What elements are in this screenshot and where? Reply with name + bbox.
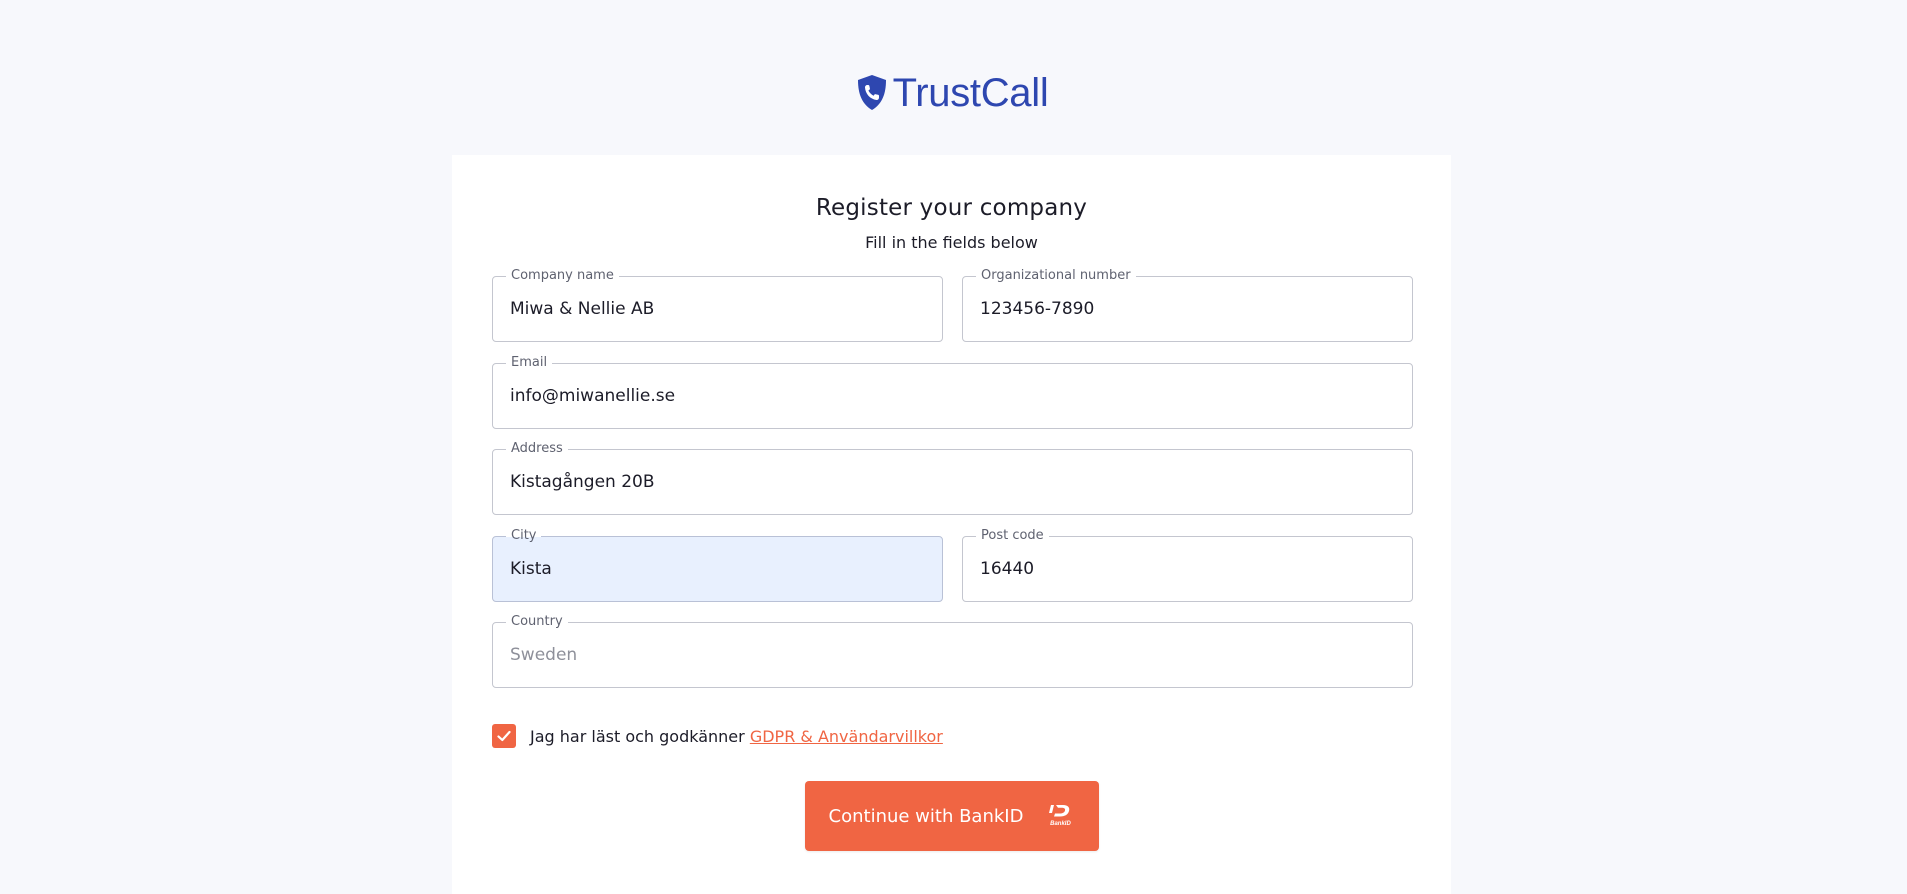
consent-row: Jag har läst och godkänner GDPR & Använd… (492, 724, 943, 748)
consent-checkbox[interactable] (492, 724, 516, 748)
shield-phone-icon (857, 75, 886, 110)
bankid-icon: BankID (1045, 804, 1075, 828)
org-number-input[interactable] (980, 277, 1395, 341)
country-input[interactable] (510, 623, 1395, 687)
brand-logo: TrustCall (0, 70, 1907, 116)
post-code-field: Post code (962, 529, 1413, 602)
company-name-field: Company name (492, 269, 943, 342)
org-number-field: Organizational number (962, 269, 1413, 342)
email-input[interactable] (510, 364, 1395, 428)
gdpr-terms-link[interactable]: GDPR & Användarvillkor (750, 727, 943, 746)
continue-with-bankid-button[interactable]: Continue with BankID BankID (805, 781, 1099, 851)
checkmark-icon (497, 730, 511, 742)
bankid-logo-text: BankID (1050, 821, 1071, 827)
consent-text-group: Jag har läst och godkänner GDPR & Använd… (530, 727, 943, 746)
page-subtitle: Fill in the fields below (865, 233, 1038, 252)
bankid-button-label: Continue with BankID (828, 805, 1024, 827)
registration-card: Register your company Fill in the fields… (452, 155, 1451, 894)
company-name-input[interactable] (510, 277, 925, 341)
consent-text: Jag har läst och godkänner (530, 726, 745, 746)
address-input[interactable] (510, 450, 1395, 514)
page-title: Register your company (815, 195, 1088, 221)
city-field: City (492, 529, 943, 602)
brand-name: TrustCall (892, 71, 1049, 115)
email-field: Email (492, 356, 1413, 429)
address-field: Address (492, 442, 1413, 515)
country-field: Country (492, 615, 1413, 688)
post-code-input[interactable] (980, 537, 1395, 601)
city-input[interactable] (510, 537, 925, 601)
